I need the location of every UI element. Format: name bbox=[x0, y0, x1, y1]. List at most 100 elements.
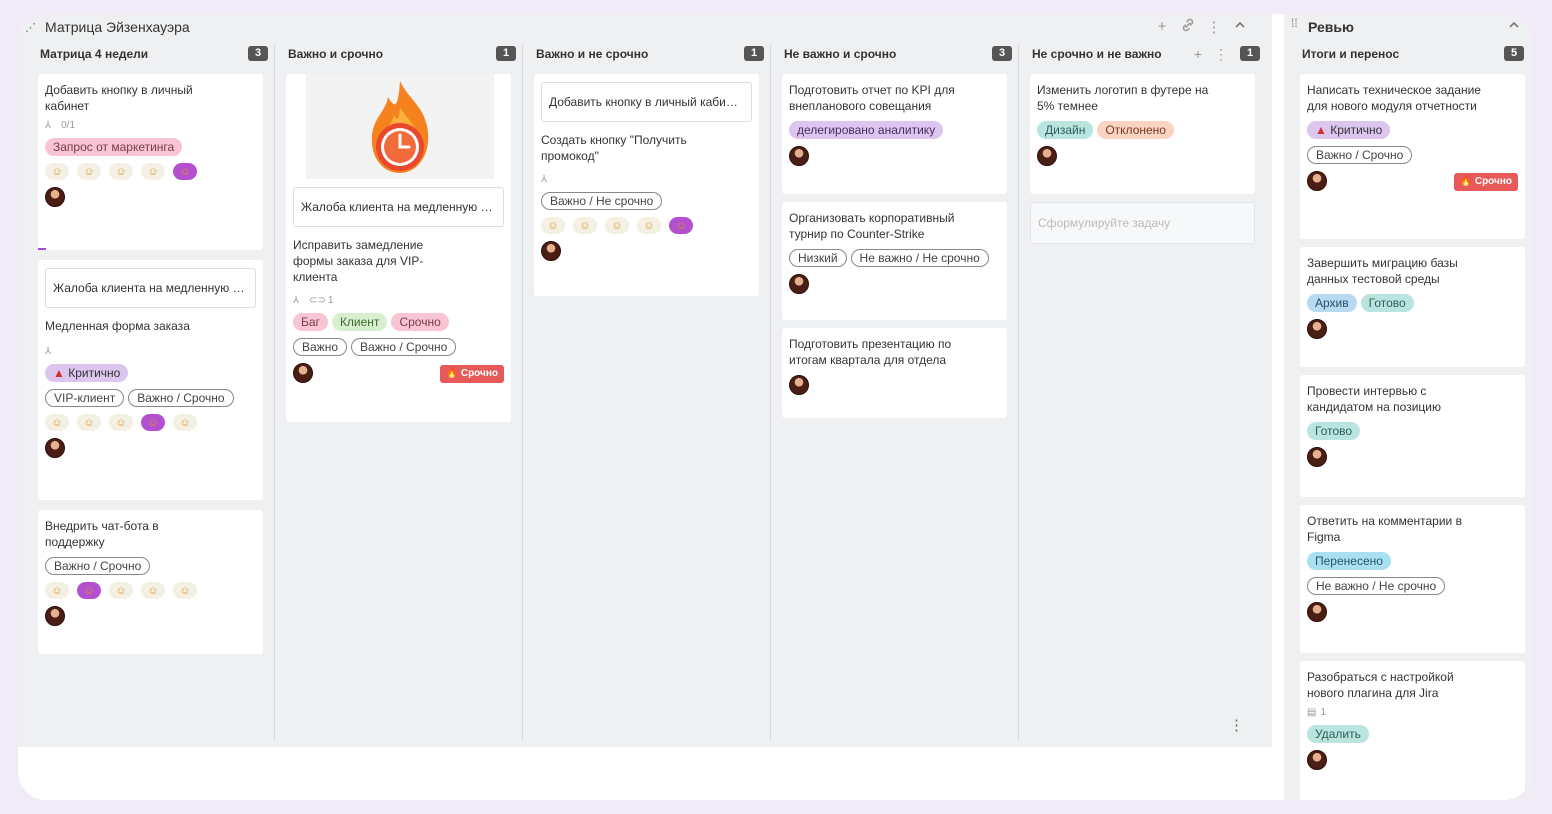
task-card[interactable]: Жалоба клиента на медленную форму заказа… bbox=[38, 260, 263, 500]
avatar[interactable] bbox=[789, 375, 809, 395]
column-count: 1 bbox=[496, 46, 516, 61]
avatar[interactable] bbox=[1307, 750, 1327, 770]
reaction-icon[interactable]: ☺ bbox=[77, 582, 101, 599]
task-card[interactable]: Изменить логотип в футере на 5% темнее Д… bbox=[1030, 74, 1255, 194]
review-board: ⁞⁞ Ревью Итоги и перенос 5 Написать техн… bbox=[1284, 14, 1532, 800]
reaction-icon[interactable]: ☺ bbox=[77, 163, 101, 180]
reaction-icon[interactable]: ☺ bbox=[173, 582, 197, 599]
reaction-icon[interactable]: ☺ bbox=[173, 414, 197, 431]
reaction-icon[interactable]: ☺ bbox=[141, 163, 165, 180]
avatar[interactable] bbox=[45, 606, 65, 626]
label-chip[interactable]: Удалить bbox=[1307, 725, 1369, 743]
reaction-icon[interactable]: ☺ bbox=[541, 217, 565, 234]
more-icon[interactable]: ⋮ bbox=[1214, 44, 1228, 64]
reaction-icon[interactable]: ☺ bbox=[45, 414, 69, 431]
tag-chip[interactable]: Важно / Срочно bbox=[1307, 146, 1413, 164]
urgent-badge[interactable]: 🔥 Срочно bbox=[1453, 173, 1518, 191]
avatar[interactable] bbox=[1307, 602, 1327, 622]
comment-count: 1 bbox=[1320, 707, 1327, 718]
tag-chip[interactable]: Важно / Срочно bbox=[351, 338, 457, 356]
label-chip[interactable]: Дизайн bbox=[1037, 121, 1094, 139]
card-meta: ⅄ ⊂⊃ 1 bbox=[293, 295, 504, 306]
reaction-icon[interactable]: ☺ bbox=[141, 414, 165, 431]
more-icon[interactable]: ⋮ bbox=[1206, 18, 1222, 36]
link-icon[interactable] bbox=[1180, 18, 1196, 36]
avatar[interactable] bbox=[1037, 146, 1057, 166]
new-task-input[interactable]: Сформулируйте задачу bbox=[1030, 202, 1255, 244]
task-card[interactable]: Провести интервью с кандидатом на позици… bbox=[1300, 375, 1525, 497]
label-chip[interactable]: Отклонено bbox=[1097, 121, 1174, 139]
urgent-badge[interactable]: 🔥 Срочно bbox=[439, 365, 504, 383]
avatar[interactable] bbox=[1307, 447, 1327, 467]
linked-card[interactable]: Жалоба клиента на медленную форму заказа bbox=[45, 268, 256, 308]
tag-chip[interactable]: Важно / Срочно bbox=[45, 557, 151, 575]
more-icon[interactable]: ⋮ bbox=[1229, 716, 1244, 734]
task-card[interactable]: Добавить кнопку в личный кабинет ⅄ 0/1 З… bbox=[38, 74, 263, 250]
tag-chip[interactable]: Низкий bbox=[789, 249, 847, 267]
avatar[interactable] bbox=[45, 438, 65, 458]
review-title: Ревью bbox=[1308, 19, 1354, 35]
plus-icon[interactable]: + bbox=[1154, 18, 1170, 36]
task-card[interactable]: Подготовить презентацию по итогам кварта… bbox=[782, 328, 1007, 418]
critical-row: ▲ Критично bbox=[1307, 121, 1518, 139]
avatar[interactable] bbox=[45, 187, 65, 207]
task-card[interactable]: Разобраться с настройкой нового плагина … bbox=[1300, 661, 1525, 800]
card-title: Подготовить отчет по KPI для внеплановог… bbox=[789, 83, 955, 113]
tag-chip[interactable]: Не важно / Не срочно bbox=[850, 249, 989, 267]
label-chip[interactable]: делегировано аналитику bbox=[789, 121, 944, 139]
tag-chip[interactable]: Важно / Срочно bbox=[128, 389, 234, 407]
label-chip[interactable]: Готово bbox=[1307, 422, 1361, 440]
avatar[interactable] bbox=[293, 363, 313, 383]
reaction-icon[interactable]: ☺ bbox=[669, 217, 693, 234]
label-chip[interactable]: Перенесено bbox=[1307, 552, 1391, 570]
label-chip[interactable]: Запрос от маркетинга bbox=[45, 138, 183, 156]
reaction-icon[interactable]: ☺ bbox=[45, 163, 69, 180]
reaction-icon[interactable]: ☺ bbox=[45, 582, 69, 599]
alarm-icon: ▲ bbox=[1315, 123, 1327, 137]
tag-chip[interactable]: Важно / Не срочно bbox=[541, 192, 663, 210]
avatar[interactable] bbox=[1307, 319, 1327, 339]
reaction-icon[interactable]: ☺ bbox=[77, 414, 101, 431]
critical-chip[interactable]: ▲ Критично bbox=[45, 364, 129, 382]
task-card[interactable]: Завершить миграцию базы данных тестовой … bbox=[1300, 247, 1525, 367]
alarm-icon: ▲ bbox=[53, 366, 65, 380]
task-card[interactable]: Ответить на комментарии в Figma Перенесе… bbox=[1300, 505, 1525, 653]
linked-card[interactable]: Жалоба клиента на медленную форму заказа bbox=[293, 187, 504, 227]
reaction-icon[interactable]: ☺ bbox=[637, 217, 661, 234]
task-card[interactable]: Внедрить чат-бота в поддержку Важно / Ср… bbox=[38, 510, 263, 654]
task-card[interactable]: Жалоба клиента на медленную форму заказа… bbox=[286, 74, 511, 422]
reaction-icon[interactable]: ☺ bbox=[141, 582, 165, 599]
label-chip[interactable]: Срочно bbox=[391, 313, 449, 331]
tag-chip[interactable]: Не важно / Не срочно bbox=[1307, 577, 1446, 595]
tag-chip[interactable]: Важно bbox=[293, 338, 348, 356]
label-chip[interactable]: Готово bbox=[1360, 294, 1414, 312]
critical-chip[interactable]: ▲ Критично bbox=[1307, 121, 1391, 139]
subtask-icon: ⅄ bbox=[45, 120, 52, 131]
task-card[interactable]: Организовать корпоративный турнир по Cou… bbox=[782, 202, 1007, 320]
plus-icon[interactable]: + bbox=[1194, 44, 1202, 64]
label-chip[interactable]: Баг bbox=[293, 313, 328, 331]
avatar[interactable] bbox=[789, 146, 809, 166]
reaction-icon[interactable]: ☺ bbox=[109, 582, 133, 599]
reaction-icon[interactable]: ☺ bbox=[573, 217, 597, 234]
avatar[interactable] bbox=[1307, 171, 1327, 191]
chevron-up-icon[interactable] bbox=[1232, 18, 1248, 36]
avatar[interactable] bbox=[541, 241, 561, 261]
chevron-up-icon[interactable] bbox=[1508, 18, 1520, 34]
reaction-icon[interactable]: ☺ bbox=[109, 414, 133, 431]
tag-row: VIP-клиент Важно / Срочно bbox=[45, 389, 256, 407]
label-row: Перенесено bbox=[1307, 552, 1518, 570]
avatar[interactable] bbox=[789, 274, 809, 294]
drag-handle-icon[interactable]: ⁞⁞ bbox=[1291, 17, 1301, 29]
drag-handle-icon[interactable]: ⋰ bbox=[25, 23, 36, 34]
label-chip[interactable]: Клиент bbox=[331, 313, 388, 331]
label-chip[interactable]: Архив bbox=[1307, 294, 1357, 312]
linked-card[interactable]: Добавить кнопку в личный кабинет bbox=[541, 82, 752, 122]
reaction-icon[interactable]: ☺ bbox=[109, 163, 133, 180]
tag-chip[interactable]: VIP-клиент bbox=[45, 389, 125, 407]
task-card[interactable]: Добавить кнопку в личный кабинет Создать… bbox=[534, 74, 759, 296]
reaction-icon[interactable]: ☺ bbox=[605, 217, 629, 234]
task-card[interactable]: Подготовить отчет по KPI для внеплановог… bbox=[782, 74, 1007, 194]
reaction-icon[interactable]: ☺ bbox=[173, 163, 197, 180]
task-card[interactable]: Написать техническое задание для нового … bbox=[1300, 74, 1525, 239]
